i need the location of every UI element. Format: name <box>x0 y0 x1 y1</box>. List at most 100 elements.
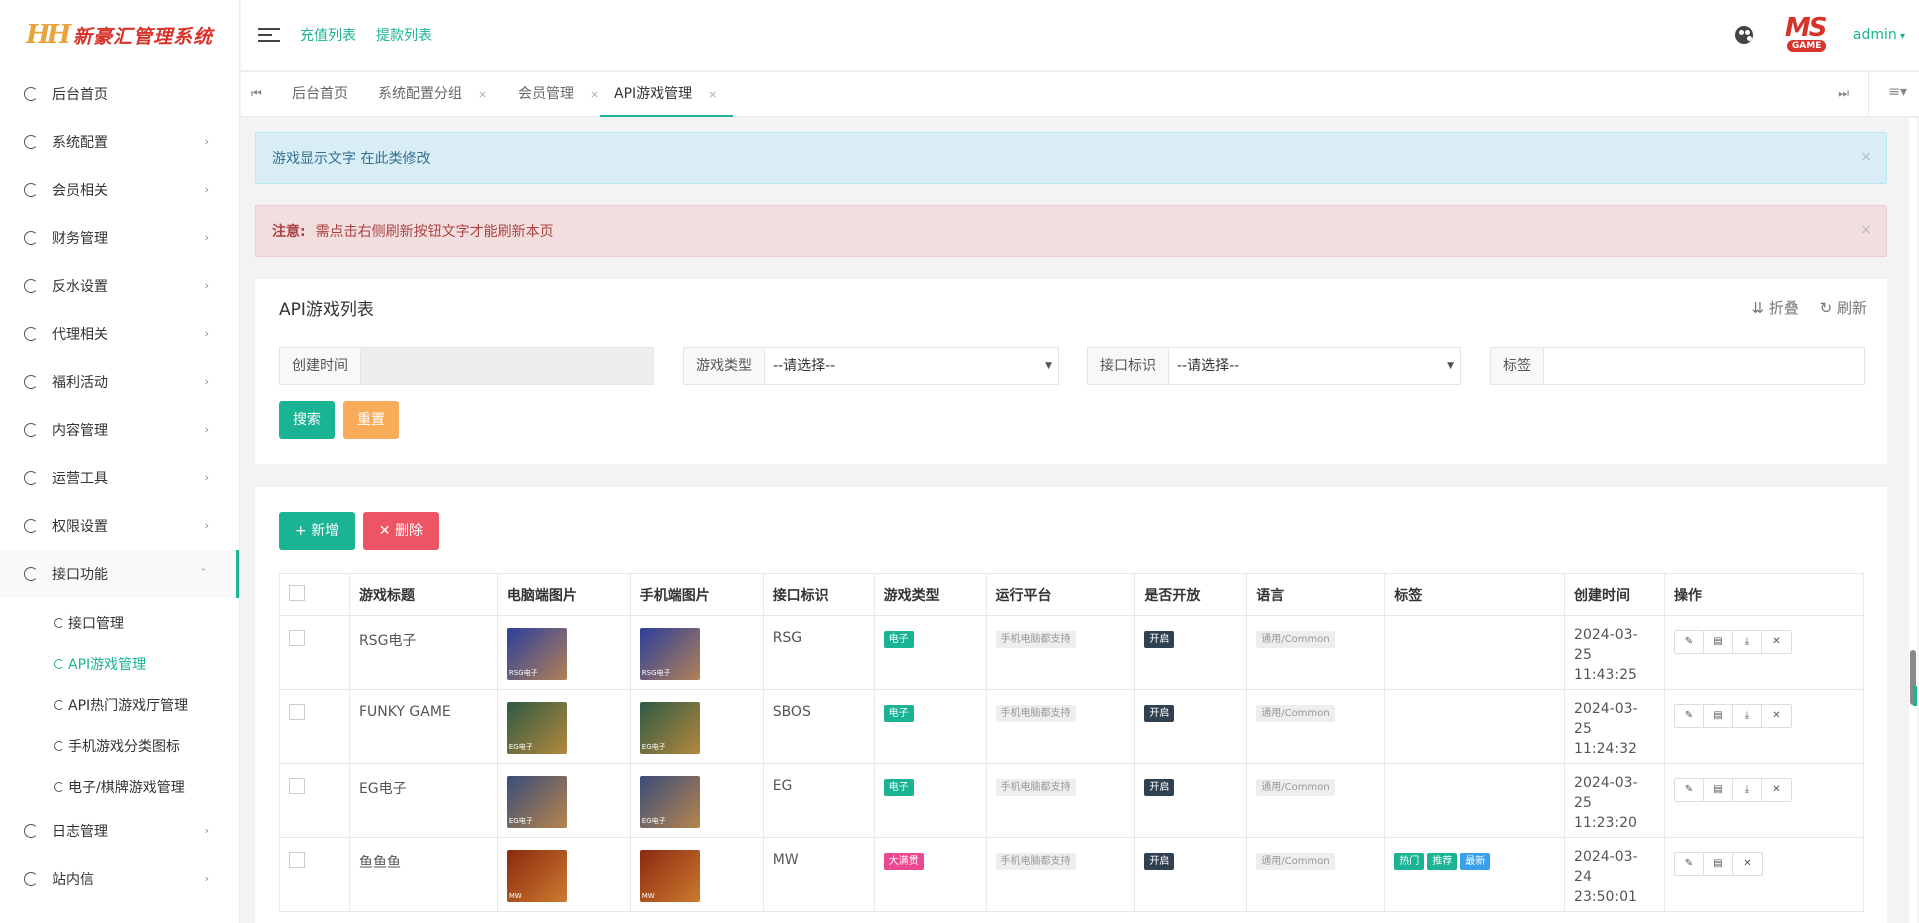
logo[interactable]: HH 新豪汇管理系统 <box>0 0 239 70</box>
sidebar-item[interactable]: 运营工具 › <box>0 454 239 502</box>
delete-icon[interactable]: ✕ <box>1762 631 1791 653</box>
scrollbar[interactable] <box>1909 118 1917 923</box>
pc-image[interactable]: EG电子 <box>506 702 567 754</box>
delete-icon[interactable]: ✕ <box>1733 853 1762 875</box>
column-header[interactable]: 标签 <box>1384 573 1566 616</box>
delete-icon[interactable]: ✕ <box>1762 705 1791 727</box>
download-icon[interactable]: ⤓ <box>1733 779 1762 801</box>
column-header[interactable]: 游戏类型 <box>873 573 987 616</box>
logo-mark: HH <box>26 20 71 50</box>
search-button[interactable]: 搜索 <box>279 401 335 439</box>
recharge-list-link[interactable]: 充值列表 <box>300 25 356 45</box>
table-row: RSG电子 RSG电子 RSG电子 RSG 电子 手机电脑都支持 开启 通用/Common 20… <box>279 615 1864 690</box>
sidebar-subitem[interactable]: API游戏管理 <box>0 643 239 684</box>
mobile-image[interactable]: EG电子 <box>639 702 700 754</box>
sidebar-item[interactable]: 日志管理 › <box>0 807 239 855</box>
withdraw-list-link[interactable]: 提款列表 <box>376 25 432 45</box>
sidebar-item[interactable]: 反水设置 › <box>0 262 239 310</box>
column-header[interactable]: 运行平台 <box>985 573 1136 616</box>
sidebar-item[interactable]: 代理相关 › <box>0 310 239 358</box>
select-all-checkbox[interactable] <box>289 584 305 601</box>
collapse-button[interactable]: ⇊ 折叠 <box>1752 299 1799 317</box>
delete-icon[interactable]: ✕ <box>1762 779 1791 801</box>
delete-button[interactable]: ✕ 删除 <box>363 512 439 550</box>
platform-badge: 手机电脑都支持 <box>995 631 1076 648</box>
mobile-image[interactable]: MW <box>639 850 700 902</box>
detail-icon[interactable]: ▤ <box>1704 853 1733 875</box>
info-alert-close-icon[interactable]: × <box>1860 149 1872 165</box>
tag-input[interactable] <box>1544 348 1864 384</box>
mobile-image[interactable]: RSG电子 <box>639 628 700 680</box>
tabs-prev-icon[interactable]: ⏮ <box>251 86 262 101</box>
title-cell: EG电子 <box>348 763 498 838</box>
sidebar-subitem[interactable]: 接口管理 <box>0 602 239 643</box>
refresh-button[interactable]: ↻ 刷新 <box>1820 299 1867 317</box>
user-menu[interactable]: admin <box>1853 27 1905 43</box>
api-id-select[interactable]: --请选择-- ▼ <box>1169 348 1460 384</box>
column-header[interactable]: 是否开放 <box>1134 573 1248 616</box>
row-checkbox[interactable] <box>289 852 305 868</box>
edit-icon[interactable]: ✎ <box>1675 853 1704 875</box>
tab-item[interactable]: 系统配置分组 × <box>378 72 487 117</box>
detail-icon[interactable]: ▤ <box>1704 631 1733 653</box>
sidebar-subitem[interactable]: 电子/棋牌游戏管理 <box>0 766 239 807</box>
tab-item[interactable]: 会员管理 × <box>518 72 599 117</box>
pc-image[interactable]: RSG电子 <box>506 628 567 680</box>
sidebar-subitem[interactable]: 手机游戏分类图标 <box>0 725 239 766</box>
menu-circle-icon <box>54 740 64 751</box>
chevron-icon: › <box>204 872 209 885</box>
sidebar-item[interactable]: 站内信 › <box>0 855 239 903</box>
edit-icon[interactable]: ✎ <box>1675 705 1704 727</box>
mobile-image[interactable]: EG电子 <box>639 776 700 828</box>
created-date: 2024-03-25 11:24:32 <box>1574 699 1655 759</box>
column-header[interactable]: 接口标识 <box>762 573 875 616</box>
avatar[interactable]: MS GAME <box>1785 15 1839 55</box>
tab-close-icon[interactable]: × <box>478 88 487 101</box>
pc-image[interactable]: EG电子 <box>506 776 567 828</box>
column-header[interactable]: 操作 <box>1664 573 1864 616</box>
download-icon[interactable]: ⤓ <box>1733 705 1762 727</box>
detail-icon[interactable]: ▤ <box>1704 705 1733 727</box>
column-header[interactable]: 游戏标题 <box>348 573 498 616</box>
tabs-menu-icon[interactable]: ≡▾ <box>1888 84 1907 100</box>
tab-item[interactable]: 后台首页 <box>292 72 348 117</box>
danger-alert-close-icon[interactable]: × <box>1860 222 1872 238</box>
game-type-badge: 电子 <box>883 705 914 722</box>
row-checkbox[interactable] <box>289 630 305 646</box>
created-time-input[interactable] <box>361 348 653 384</box>
pc-image[interactable]: MW <box>506 850 567 902</box>
column-header[interactable]: 电脑端图片 <box>496 573 631 616</box>
sidebar-item[interactable]: 权限设置 › <box>0 502 239 550</box>
tab-close-icon[interactable]: × <box>708 88 717 101</box>
edit-icon[interactable]: ✎ <box>1675 779 1704 801</box>
sidebar-item[interactable]: 内容管理 › <box>0 406 239 454</box>
sidebar-item[interactable]: 财务管理 › <box>0 214 239 262</box>
created-date-text: 2024-03-24 <box>1574 849 1638 885</box>
column-header[interactable]: 语言 <box>1246 573 1386 616</box>
tabs-next-icon[interactable]: ⏭ <box>1838 86 1849 101</box>
game-type-cell: 电子 <box>873 689 987 764</box>
tab-close-icon[interactable]: × <box>590 88 599 101</box>
sidebar-item[interactable]: 系统配置 › <box>0 118 239 166</box>
sidebar-item[interactable]: 后台首页 <box>0 70 239 118</box>
sidebar-item[interactable]: 接口功能 ˇ <box>0 550 239 598</box>
game-type-select[interactable]: --请选择-- ▼ <box>765 348 1058 384</box>
column-header[interactable]: 手机端图片 <box>629 573 764 616</box>
column-header[interactable]: 创建时间 <box>1564 573 1665 616</box>
detail-icon[interactable]: ▤ <box>1704 779 1733 801</box>
reset-button[interactable]: 重置 <box>343 401 399 439</box>
theme-palette-icon[interactable] <box>1734 26 1753 44</box>
menu-toggle-icon[interactable] <box>258 28 280 42</box>
sidebar-subitem[interactable]: API热门游戏厅管理 <box>0 684 239 725</box>
add-button[interactable]: + 新增 <box>279 512 355 550</box>
platform-cell: 手机电脑都支持 <box>985 763 1136 838</box>
created-date-text: 2024-03-25 <box>1574 627 1638 663</box>
row-checkbox[interactable] <box>289 778 305 794</box>
row-checkbox[interactable] <box>289 704 305 720</box>
sidebar-item[interactable]: 福利活动 › <box>0 358 239 406</box>
download-icon[interactable]: ⤓ <box>1733 631 1762 653</box>
edit-icon[interactable]: ✎ <box>1675 631 1704 653</box>
tab-label: API游戏管理 <box>614 86 693 102</box>
tab-item[interactable]: API游戏管理 × <box>600 72 734 117</box>
sidebar-item[interactable]: 会员相关 › <box>0 166 239 214</box>
